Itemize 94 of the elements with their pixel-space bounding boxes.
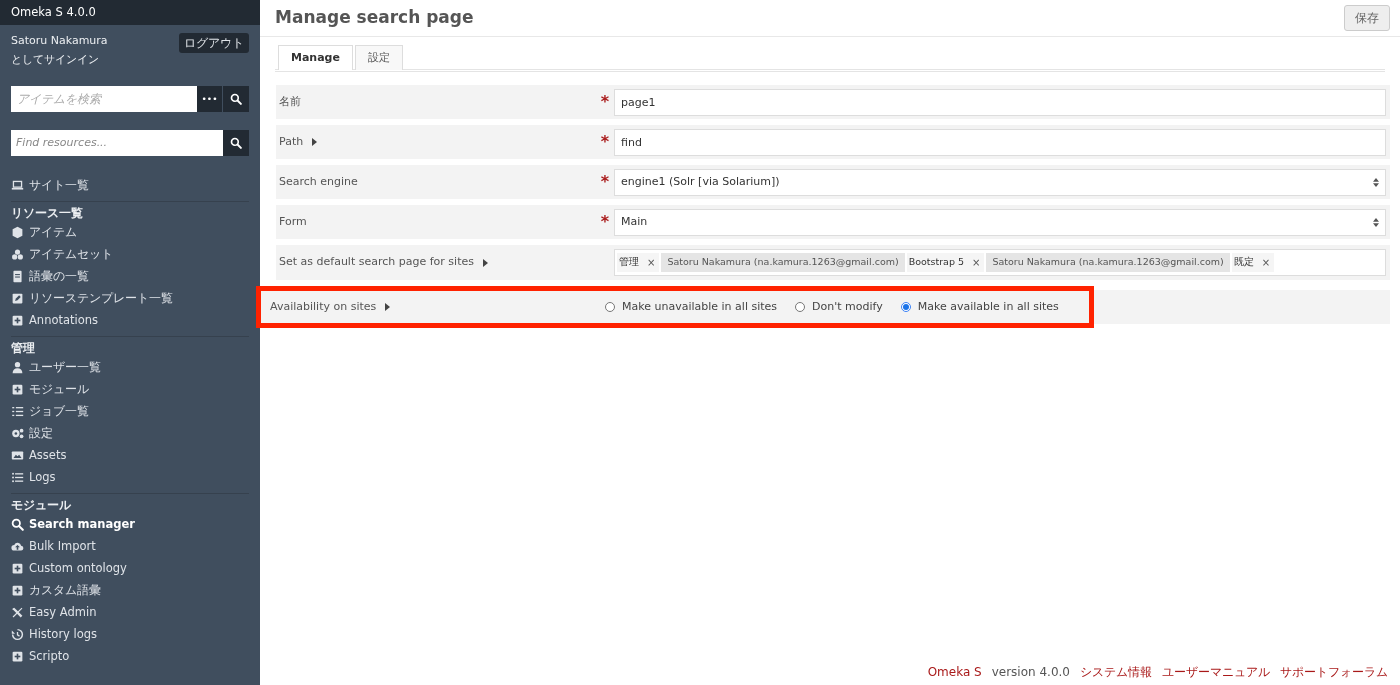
footer-link[interactable]: Omeka S	[927, 663, 982, 681]
tab[interactable]: 設定	[354, 45, 403, 70]
remove-button[interactable]: ×	[970, 255, 983, 270]
search-button[interactable]	[223, 130, 249, 157]
nav-item[interactable]: History logs	[11, 623, 249, 646]
caret-icon[interactable]	[482, 258, 488, 267]
plus-icon	[11, 649, 24, 663]
sort-arrows-icon	[1373, 177, 1379, 187]
remove-button[interactable]: ×	[645, 255, 658, 270]
sort-arrows-icon	[1373, 217, 1379, 227]
footer-link[interactable]: サポートフォーラム	[1280, 663, 1388, 681]
nav-item[interactable]: Logs	[11, 466, 249, 489]
tag-field[interactable]: 管理 × Satoru Nakamura (na.kamura.1263@gmail.com) Bootstrap 5 × Satoru Nakamura (na.kamura.1263@gmail.com) 既定 ×	[614, 249, 1386, 276]
logout-button[interactable]: ログアウト	[179, 33, 249, 53]
circles-icon	[11, 247, 24, 261]
nav-item[interactable]: アイテムセット	[11, 243, 249, 266]
laptop-icon	[11, 178, 24, 192]
owner-label: Satoru Nakamura (na.kamura.1263@gmail.com)	[986, 253, 1230, 272]
plus-icon	[11, 313, 24, 327]
list-icon	[11, 470, 24, 484]
text-field[interactable]: page1	[614, 88, 1386, 116]
history-icon	[11, 627, 24, 641]
owner-label: Satoru Nakamura (na.kamura.1263@gmail.com)	[661, 253, 905, 272]
search-icon	[230, 93, 242, 106]
required-mark: *	[599, 134, 611, 150]
nav-heading: リソース一覧	[11, 206, 84, 222]
more-options-button[interactable]: •••	[197, 86, 223, 113]
nav-item[interactable]: リソーステンプレート一覧	[11, 287, 249, 310]
radio-option[interactable]: Make unavailable in all sites	[605, 298, 778, 316]
field-label: Form	[279, 213, 307, 230]
nav-item[interactable]: 語彙の一覧	[11, 265, 249, 288]
plus-icon	[11, 561, 24, 575]
tools-icon	[11, 605, 24, 619]
nav-heading: モジュール	[11, 498, 72, 514]
tag-label: 既定	[1233, 255, 1254, 270]
list-icon	[11, 404, 24, 418]
page-title: Manage search page	[275, 6, 474, 30]
image-icon	[11, 448, 24, 462]
pencil-icon	[11, 291, 24, 305]
nav-item[interactable]: Easy Admin	[11, 601, 249, 624]
radio-button[interactable]	[795, 302, 806, 312]
field-label: Search engine	[279, 173, 358, 190]
nav-item[interactable]: ユーザー一覧	[11, 356, 249, 379]
field-label: Availability on sites	[270, 298, 377, 315]
gears-icon	[11, 426, 24, 440]
search-field[interactable]: アイテムを検索	[11, 86, 197, 113]
user-name: Satoru Nakamura	[11, 33, 108, 49]
field-label: 名前	[279, 93, 301, 110]
nav-item[interactable]: 設定	[11, 422, 249, 445]
field-label: Set as default search page for sites	[279, 254, 474, 271]
caret-icon[interactable]	[312, 138, 318, 146]
nav-item[interactable]: アイテム	[11, 221, 249, 244]
radio-button[interactable]	[605, 302, 615, 312]
tag-label: Bootstrap 5	[908, 255, 965, 270]
remove-button[interactable]: ×	[1259, 255, 1273, 270]
select-field[interactable]: Main	[614, 208, 1386, 236]
required-mark: *	[599, 94, 611, 110]
version-text: version 4.0.0	[991, 664, 1070, 681]
nav-item[interactable]: モジュール	[11, 378, 249, 401]
search-field[interactable]: Find resources...	[11, 130, 223, 157]
nav-item[interactable]: Bulk Import	[11, 535, 249, 558]
nav-item[interactable]: ジョブ一覧	[11, 400, 249, 423]
search-icon	[230, 137, 242, 150]
user-icon	[11, 360, 24, 374]
nav-item[interactable]: カスタム語彙	[11, 579, 249, 602]
nav-heading: 管理	[11, 341, 36, 357]
nav-item[interactable]: Annotations	[11, 309, 249, 332]
save-button[interactable]: 保存	[1344, 5, 1390, 31]
select-field[interactable]: engine1 (Solr [via Solarium])	[614, 168, 1386, 196]
footer-link[interactable]: ユーザーマニュアル	[1162, 663, 1270, 681]
plus-icon	[11, 583, 24, 597]
search-icon	[11, 517, 24, 531]
required-mark: *	[599, 174, 611, 190]
radio-option[interactable]: Make available in all sites	[900, 298, 1059, 316]
required-mark: *	[599, 214, 611, 230]
text-field[interactable]: find	[614, 128, 1386, 156]
app-title: Omeka S 4.0.0	[0, 0, 260, 25]
nav-item[interactable]: Custom ontology	[11, 557, 249, 580]
caret-icon[interactable]	[385, 303, 391, 311]
field-label: Path	[279, 133, 304, 150]
tab[interactable]: Manage	[278, 45, 353, 70]
radio-button[interactable]	[900, 302, 911, 312]
nav-item[interactable]: Search manager	[11, 513, 249, 536]
radio-option[interactable]: Don't modify	[795, 298, 883, 316]
sign-in-caption: としてサインイン	[11, 51, 100, 67]
nav-item[interactable]: Assets	[11, 444, 249, 467]
nav-item[interactable]: サイト一覧	[11, 174, 249, 197]
book-icon	[11, 269, 24, 283]
cube-icon	[11, 225, 24, 239]
plus-icon	[11, 382, 24, 396]
nav-item[interactable]: Scripto	[11, 645, 249, 668]
footer-link[interactable]: システム情報	[1080, 663, 1152, 681]
search-button[interactable]	[223, 86, 249, 113]
tag-label: 管理	[619, 255, 639, 270]
